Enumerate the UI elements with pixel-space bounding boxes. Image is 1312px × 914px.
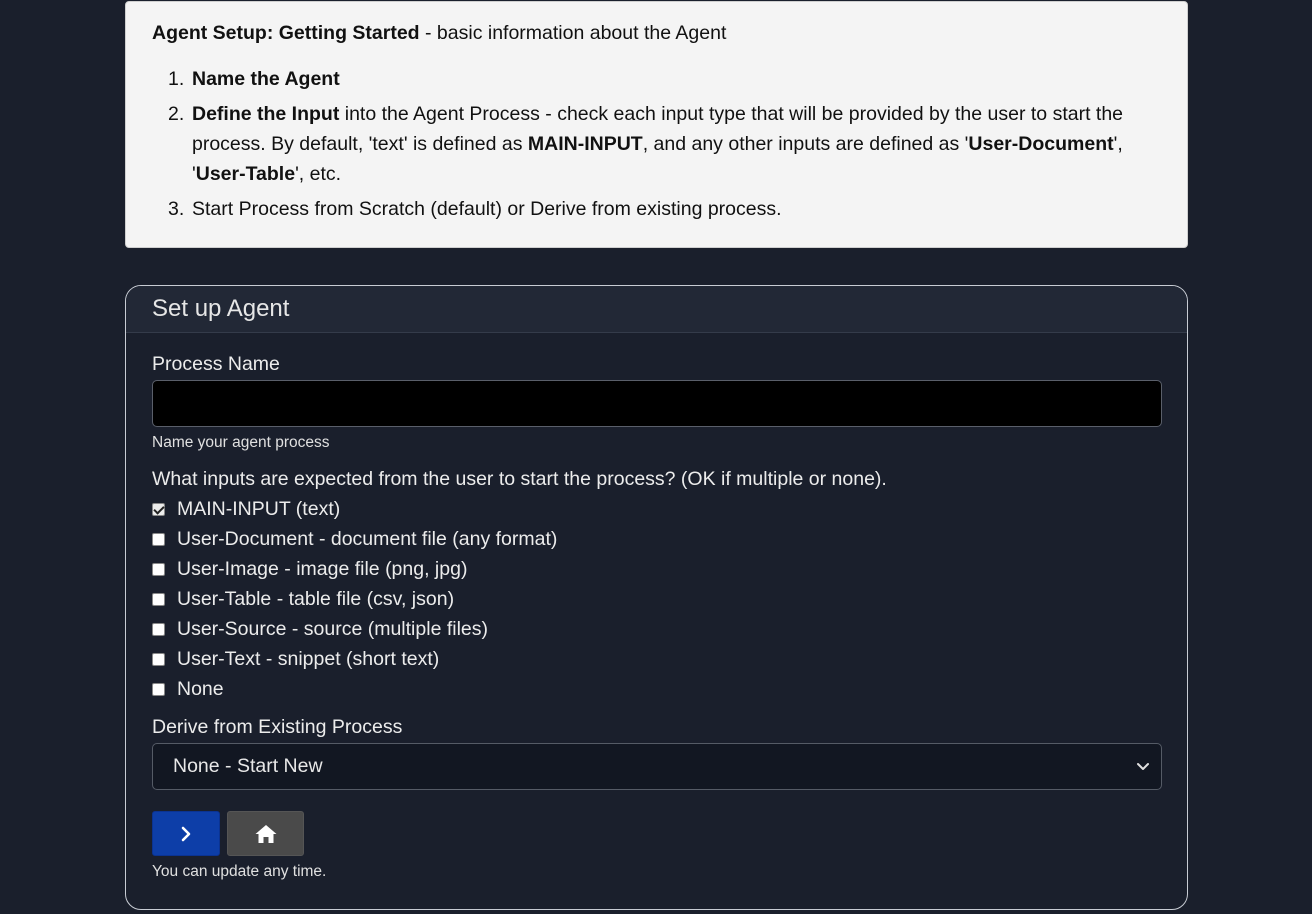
input-option-label: User-Text - snippet (short text) (177, 647, 440, 670)
step-2: 2. Define the Input into the Agent Proces… (168, 99, 1168, 189)
setup-steps-list: 1. Name the Agent 2. Define the Input into… (168, 64, 1168, 229)
input-option-label: User-Source - source (multiple files) (177, 617, 489, 640)
input-option-none[interactable]: None (152, 674, 224, 704)
setup-agent-card: Set up Agent Process Name Name your agen… (125, 285, 1188, 910)
step-2-main-input: MAIN-INPUT (527, 133, 643, 155)
next-button[interactable] (152, 811, 220, 856)
step-3-text: Start Process from Scratch (default) or … (192, 198, 782, 220)
step-2-user-document: User-Document (968, 133, 1114, 155)
step-1-title: Name the Agent (192, 68, 340, 90)
checkbox-checked-icon[interactable] (152, 502, 165, 516)
footer-hint: You can update any time. (152, 863, 327, 880)
input-option-label: None (177, 677, 224, 700)
checkbox-icon[interactable] (152, 592, 165, 606)
step-2-text: , and any other inputs are defined as ' (642, 133, 969, 155)
checkbox-icon[interactable] (152, 682, 165, 696)
step-number: 3. (168, 198, 185, 220)
info-title: Agent Setup: Getting Started - basic inf… (152, 22, 726, 45)
chevron-down-icon (1137, 763, 1149, 770)
card-header: Set up Agent (126, 286, 1187, 333)
home-button[interactable] (227, 811, 304, 856)
checkbox-icon[interactable] (152, 562, 165, 576)
derive-selected-value: None - Start New (173, 755, 323, 777)
inputs-question: What inputs are expected from the user t… (152, 468, 887, 490)
step-number: 1. (168, 68, 185, 90)
checkbox-icon[interactable] (152, 652, 165, 666)
input-option-label: User-Image - image file (png, jpg) (177, 557, 468, 580)
step-3: 3. Start Process from Scratch (default) o… (168, 194, 1168, 224)
checkbox-icon[interactable] (152, 532, 165, 546)
step-1: 1. Name the Agent (168, 64, 1168, 94)
getting-started-info-box: Agent Setup: Getting Started - basic inf… (125, 1, 1188, 248)
input-option-user-text[interactable]: User-Text - snippet (short text) (152, 644, 439, 674)
process-name-input[interactable] (152, 380, 1162, 427)
step-2-title: Define the Input (192, 103, 340, 125)
input-option-label: User-Table - table file (csv, json) (177, 587, 455, 610)
info-title-rest: - basic information about the Agent (419, 22, 727, 44)
checkbox-icon[interactable] (152, 622, 165, 636)
process-name-label: Process Name (152, 353, 280, 375)
input-option-user-source[interactable]: User-Source - source (multiple files) (152, 614, 488, 644)
input-option-main-input[interactable]: MAIN-INPUT (text) (152, 494, 340, 524)
process-name-hint: Name your agent process (152, 434, 330, 451)
info-title-bold: Agent Setup: Getting Started (152, 22, 420, 44)
step-2-user-table: User-Table (195, 163, 296, 185)
input-option-label: User-Document - document file (any forma… (177, 527, 558, 550)
step-2-text: ', etc. (295, 163, 342, 185)
chevron-right-icon (181, 826, 191, 841)
input-option-user-table[interactable]: User-Table - table file (csv, json) (152, 584, 454, 614)
step-number: 2. (168, 103, 185, 125)
input-option-user-image[interactable]: User-Image - image file (png, jpg) (152, 554, 467, 584)
input-option-user-document[interactable]: User-Document - document file (any forma… (152, 524, 557, 554)
input-option-label: MAIN-INPUT (text) (177, 497, 341, 520)
derive-label: Derive from Existing Process (152, 716, 403, 738)
home-icon (255, 824, 276, 843)
derive-process-select[interactable]: None - Start New (152, 743, 1162, 790)
